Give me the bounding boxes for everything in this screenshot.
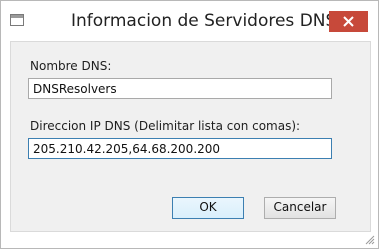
- window-app-icon: [10, 14, 24, 26]
- close-icon: [343, 16, 354, 27]
- dns-ip-input[interactable]: 205.210.42.205,64.68.200.200: [28, 138, 332, 159]
- cancel-button[interactable]: Cancelar: [264, 197, 336, 219]
- close-button[interactable]: [329, 11, 368, 32]
- dialog-body: Nombre DNS: DNSResolvers Direccion IP DN…: [10, 41, 371, 232]
- dialog-title: Informacion de Servidores DNS: [71, 11, 337, 31]
- resize-grip-icon[interactable]: [365, 235, 375, 245]
- title-bar[interactable]: Informacion de Servidores DNS: [1, 1, 378, 41]
- dns-ip-label: Direccion IP DNS (Delimitar lista con co…: [30, 119, 301, 133]
- dns-name-input[interactable]: DNSResolvers: [28, 78, 332, 99]
- dns-dialog-window: Informacion de Servidores DNS Nombre DNS…: [0, 0, 379, 249]
- dns-name-label: Nombre DNS:: [30, 59, 112, 73]
- ok-button[interactable]: OK: [172, 197, 244, 219]
